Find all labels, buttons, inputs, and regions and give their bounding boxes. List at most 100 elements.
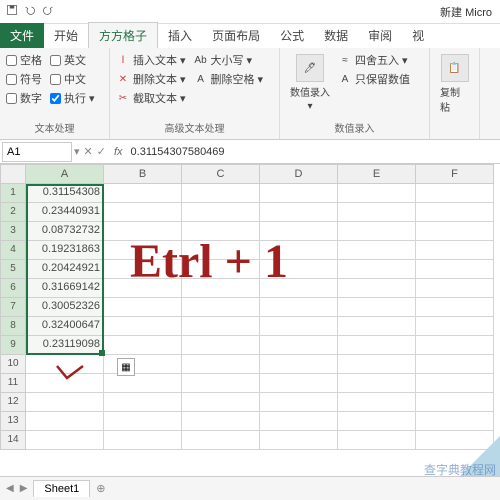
- cell[interactable]: [182, 393, 260, 412]
- cell[interactable]: 0.31669142: [26, 279, 104, 298]
- col-header[interactable]: E: [338, 164, 416, 184]
- cell[interactable]: [26, 374, 104, 393]
- col-header[interactable]: C: [182, 164, 260, 184]
- confirm-icon[interactable]: ✓: [97, 145, 106, 158]
- cell[interactable]: 0.30052326: [26, 298, 104, 317]
- cell[interactable]: [182, 336, 260, 355]
- cell[interactable]: [182, 203, 260, 222]
- cell[interactable]: [416, 260, 494, 279]
- row-header[interactable]: 8: [0, 317, 26, 336]
- formula-value[interactable]: 0.31154307580469: [127, 146, 500, 158]
- row-header[interactable]: 4: [0, 241, 26, 260]
- row-header[interactable]: 9: [0, 336, 26, 355]
- cell[interactable]: [338, 222, 416, 241]
- chk-space[interactable]: 空格: [6, 52, 42, 68]
- cell[interactable]: [104, 184, 182, 203]
- cell[interactable]: 0.19231863: [26, 241, 104, 260]
- chk-number[interactable]: 数字: [6, 90, 42, 106]
- row-header[interactable]: 7: [0, 298, 26, 317]
- cell[interactable]: [416, 241, 494, 260]
- cell[interactable]: 0.23440931: [26, 203, 104, 222]
- cell[interactable]: [182, 260, 260, 279]
- cell[interactable]: [104, 203, 182, 222]
- cell[interactable]: [260, 431, 338, 450]
- cell[interactable]: [260, 203, 338, 222]
- cancel-icon[interactable]: ✕: [84, 145, 93, 158]
- row-header[interactable]: 14: [0, 431, 26, 450]
- cell[interactable]: [338, 184, 416, 203]
- cell[interactable]: [104, 317, 182, 336]
- btn-value-entry[interactable]: 🖊 数值录入▾: [286, 52, 334, 114]
- cell[interactable]: [338, 393, 416, 412]
- cell[interactable]: [260, 279, 338, 298]
- cell[interactable]: 0.32400647: [26, 317, 104, 336]
- name-box[interactable]: A1: [2, 142, 72, 162]
- col-header[interactable]: B: [104, 164, 182, 184]
- row-header[interactable]: 6: [0, 279, 26, 298]
- tab-data[interactable]: 数据: [314, 23, 358, 48]
- tab-fanggezi[interactable]: 方方格子: [88, 22, 158, 48]
- cell[interactable]: [260, 222, 338, 241]
- cell[interactable]: [416, 355, 494, 374]
- cell[interactable]: [104, 298, 182, 317]
- btn-cut-text[interactable]: ✂截取文本▾: [116, 90, 186, 106]
- cell[interactable]: [260, 393, 338, 412]
- cell[interactable]: [26, 355, 104, 374]
- btn-insert-text[interactable]: Ⅰ插入文本▾: [116, 52, 186, 68]
- cell[interactable]: 0.08732732: [26, 222, 104, 241]
- quick-analysis-button[interactable]: ▦: [117, 358, 135, 376]
- tab-view[interactable]: 视: [402, 23, 434, 48]
- col-header[interactable]: D: [260, 164, 338, 184]
- cell[interactable]: [260, 260, 338, 279]
- row-header[interactable]: 10: [0, 355, 26, 374]
- chk-chinese[interactable]: 中文: [50, 71, 86, 87]
- col-header[interactable]: A: [26, 164, 104, 184]
- sheet-nav-next[interactable]: ▶: [20, 483, 28, 494]
- cell[interactable]: [416, 412, 494, 431]
- cell[interactable]: [182, 355, 260, 374]
- cell[interactable]: [338, 355, 416, 374]
- cell[interactable]: [182, 374, 260, 393]
- tab-insert[interactable]: 插入: [158, 23, 202, 48]
- cell[interactable]: [260, 317, 338, 336]
- cell[interactable]: [416, 203, 494, 222]
- tab-review[interactable]: 审阅: [358, 23, 402, 48]
- cell[interactable]: [416, 374, 494, 393]
- cell[interactable]: [338, 412, 416, 431]
- cell[interactable]: [104, 222, 182, 241]
- cell[interactable]: [182, 412, 260, 431]
- cell[interactable]: [26, 412, 104, 431]
- sheet-tab[interactable]: Sheet1: [33, 480, 90, 497]
- select-all-corner[interactable]: [0, 164, 26, 184]
- tab-file[interactable]: 文件: [0, 23, 44, 48]
- cell[interactable]: [26, 431, 104, 450]
- cell[interactable]: [182, 317, 260, 336]
- cell[interactable]: 0.31154308: [26, 184, 104, 203]
- chk-english[interactable]: 英文: [50, 52, 86, 68]
- row-header[interactable]: 13: [0, 412, 26, 431]
- tab-layout[interactable]: 页面布局: [202, 23, 270, 48]
- btn-keep-value[interactable]: A只保留数值: [338, 71, 410, 87]
- sheet-nav-prev[interactable]: ◀: [6, 483, 14, 494]
- cell[interactable]: [182, 279, 260, 298]
- cell[interactable]: [104, 393, 182, 412]
- tab-formula[interactable]: 公式: [270, 23, 314, 48]
- btn-case[interactable]: Ab大小写▾: [194, 52, 264, 68]
- cell[interactable]: [182, 298, 260, 317]
- fx-icon[interactable]: fx: [110, 146, 127, 158]
- row-header[interactable]: 5: [0, 260, 26, 279]
- cell[interactable]: [338, 298, 416, 317]
- cell[interactable]: [338, 260, 416, 279]
- cell[interactable]: [260, 412, 338, 431]
- btn-trim[interactable]: A删除空格▾: [194, 71, 264, 87]
- cell[interactable]: [104, 336, 182, 355]
- cell[interactable]: 0.20424921: [26, 260, 104, 279]
- btn-round[interactable]: ≈四舍五入▾: [338, 52, 410, 68]
- cell[interactable]: [416, 184, 494, 203]
- save-icon[interactable]: [6, 4, 18, 19]
- add-sheet-icon[interactable]: ⊕: [96, 482, 105, 495]
- cell[interactable]: 0.23119098: [26, 336, 104, 355]
- cell[interactable]: [416, 317, 494, 336]
- chk-exec[interactable]: 执行▾: [50, 90, 95, 106]
- cell[interactable]: [338, 336, 416, 355]
